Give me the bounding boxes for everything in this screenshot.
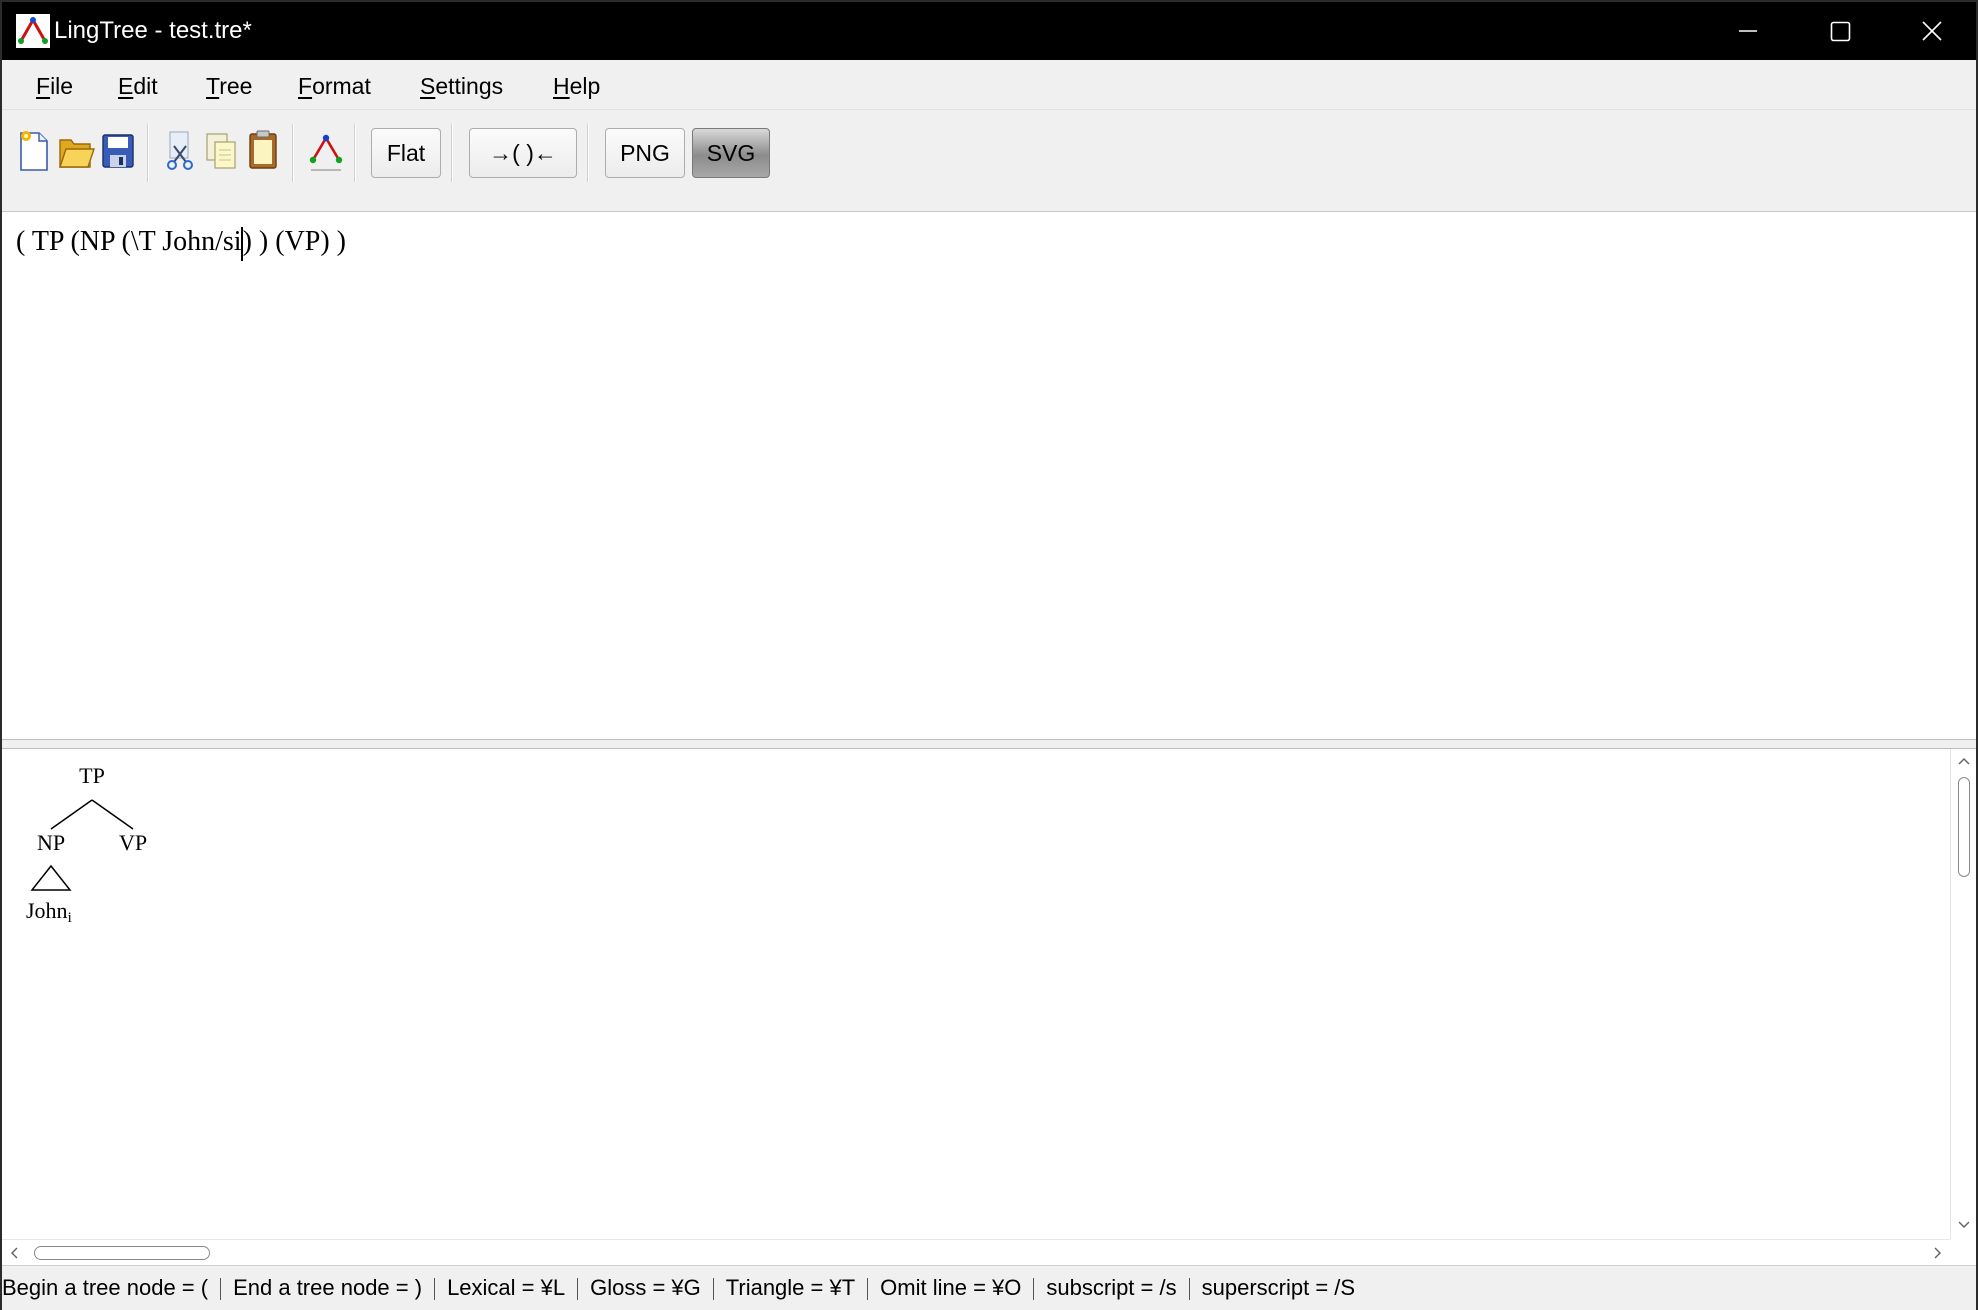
status-subscript: subscript = /s bbox=[1046, 1275, 1177, 1300]
menu-mnemonic: H bbox=[553, 73, 570, 99]
toolbar-separator bbox=[292, 124, 294, 182]
new-file-icon[interactable] bbox=[15, 126, 53, 176]
menu-label: ettings bbox=[435, 73, 504, 99]
minimize-icon bbox=[1739, 30, 1757, 32]
tree-branch-right bbox=[91, 799, 134, 830]
tree-branch-left bbox=[50, 799, 93, 830]
status-separator bbox=[577, 1278, 579, 1301]
menu-help[interactable]: Help bbox=[553, 72, 600, 100]
tree-triangle bbox=[30, 864, 72, 891]
minimize-button[interactable] bbox=[1702, 2, 1794, 60]
draw-tree-icon[interactable] bbox=[307, 126, 345, 176]
tree-leaf-subscript: i bbox=[68, 910, 72, 926]
status-omit-line: Omit line = ¥O bbox=[880, 1275, 1022, 1300]
menu-mnemonic: S bbox=[420, 73, 436, 99]
tree-diagram: TP NP VP Johni bbox=[26, 763, 147, 926]
pane-splitter[interactable] bbox=[2, 739, 1976, 749]
copy-icon[interactable] bbox=[202, 126, 240, 176]
menu-format[interactable]: Format bbox=[298, 72, 371, 100]
svg-button[interactable]: SVG bbox=[692, 128, 770, 178]
status-separator bbox=[220, 1278, 222, 1301]
cut-icon[interactable] bbox=[160, 126, 198, 176]
toolbar-separator bbox=[451, 124, 453, 182]
window-title: LingTree - test.tre* bbox=[54, 17, 252, 44]
menu-label: elp bbox=[569, 73, 601, 99]
toolbar-separator bbox=[147, 124, 149, 182]
menu-label: ree bbox=[219, 73, 253, 99]
menu-label: ile bbox=[50, 73, 74, 99]
scroll-left-arrow-icon[interactable] bbox=[6, 1244, 24, 1262]
status-separator bbox=[867, 1278, 869, 1301]
status-separator bbox=[434, 1278, 436, 1301]
tree-node-root: TP bbox=[79, 763, 105, 788]
menu-bar: File Edit Tree Format Settings Help bbox=[2, 60, 1976, 110]
status-begin-node: Begin a tree node = ( bbox=[2, 1275, 209, 1300]
indent-format-button[interactable]: →( )← bbox=[469, 128, 577, 178]
tree-node-right: VP bbox=[119, 830, 147, 855]
status-end-node: End a tree node = ) bbox=[233, 1275, 423, 1300]
tree-leaf-text: John bbox=[26, 898, 68, 923]
scroll-down-arrow-icon[interactable] bbox=[1955, 1215, 1973, 1233]
toolbar-separator bbox=[587, 124, 589, 182]
status-lexical: Lexical = ¥L bbox=[447, 1275, 566, 1300]
app-window: LingTree - test.tre* File Edit Tree Form… bbox=[0, 0, 1978, 1310]
maximize-button[interactable] bbox=[1794, 2, 1886, 60]
toolbar: Flat →( )← PNG SVG bbox=[2, 110, 1976, 212]
menu-label: dit bbox=[133, 73, 158, 99]
open-folder-icon[interactable] bbox=[57, 126, 95, 176]
toolbar-separator bbox=[354, 124, 356, 182]
close-button[interactable] bbox=[1886, 2, 1978, 60]
tree-leaf: Johni bbox=[26, 898, 72, 926]
horizontal-scrollbar[interactable] bbox=[2, 1239, 1950, 1265]
menu-tree[interactable]: Tree bbox=[206, 72, 252, 100]
status-superscript: superscript = /S bbox=[1201, 1275, 1356, 1300]
menu-edit[interactable]: Edit bbox=[118, 72, 158, 100]
editor-text[interactable]: ( TP (NP (\T John/si) ) (VP) ) bbox=[16, 222, 346, 262]
title-bar[interactable]: LingTree - test.tre* bbox=[2, 2, 1976, 60]
status-triangle: Triangle = ¥T bbox=[725, 1275, 856, 1300]
horizontal-scroll-thumb[interactable] bbox=[34, 1246, 210, 1260]
paste-icon[interactable] bbox=[244, 126, 282, 176]
status-separator bbox=[712, 1278, 714, 1301]
lingtree-app-icon bbox=[16, 14, 50, 48]
editor-text-after-caret: ) ) (VP) ) bbox=[242, 226, 347, 257]
menu-mnemonic: T bbox=[206, 73, 220, 99]
menu-settings[interactable]: Settings bbox=[420, 72, 503, 100]
tree-description-editor[interactable]: ( TP (NP (\T John/si) ) (VP) ) bbox=[2, 212, 1976, 739]
status-gloss: Gloss = ¥G bbox=[590, 1275, 701, 1300]
close-icon bbox=[1922, 21, 1942, 41]
menu-mnemonic: E bbox=[118, 73, 134, 99]
vertical-scroll-thumb[interactable] bbox=[1958, 777, 1970, 877]
flat-button[interactable]: Flat bbox=[371, 128, 441, 178]
menu-file[interactable]: File bbox=[36, 72, 73, 100]
status-separator bbox=[1188, 1278, 1190, 1301]
png-button[interactable]: PNG bbox=[605, 128, 685, 178]
scroll-up-arrow-icon[interactable] bbox=[1955, 753, 1973, 771]
tree-node-left: NP bbox=[37, 830, 65, 855]
save-icon[interactable] bbox=[99, 126, 137, 176]
status-separator bbox=[1033, 1278, 1035, 1301]
tree-display-pane: TP NP VP Johni bbox=[2, 749, 1950, 1239]
status-bar: Begin a tree node = ( End a tree node = )… bbox=[2, 1265, 1976, 1310]
maximize-icon bbox=[1830, 21, 1851, 42]
menu-mnemonic: F bbox=[36, 73, 51, 99]
menu-mnemonic: F bbox=[298, 73, 313, 99]
scroll-corner bbox=[1950, 1239, 1976, 1265]
scroll-right-arrow-icon[interactable] bbox=[1928, 1244, 1946, 1262]
editor-text-before-caret: ( TP (NP (\T John/si bbox=[16, 226, 242, 257]
menu-label: ormat bbox=[312, 73, 371, 99]
vertical-scrollbar[interactable] bbox=[1950, 749, 1976, 1239]
